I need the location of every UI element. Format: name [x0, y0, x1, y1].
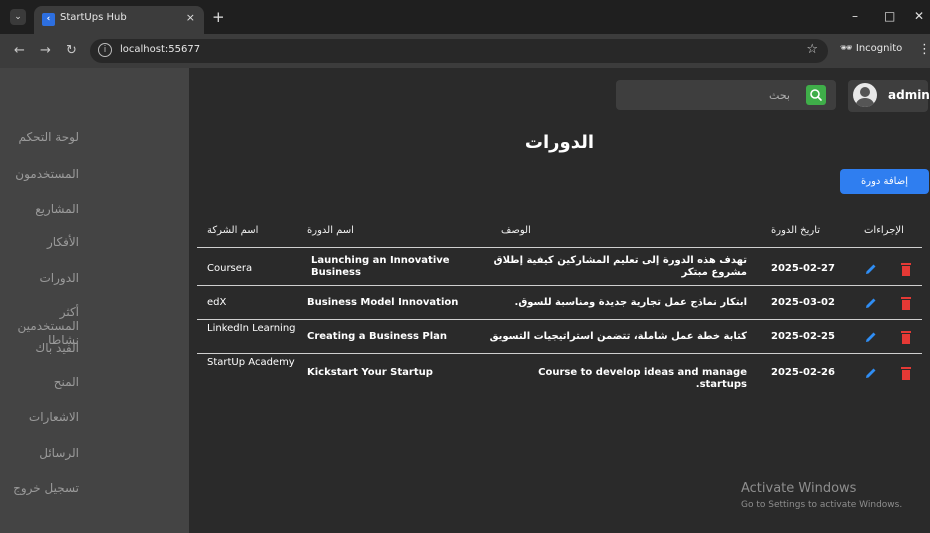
- description-cell: كتابة خطة عمل شاملة، تتضمن استراتيجيات ا…: [489, 331, 747, 342]
- date-cell: 2025-02-27: [771, 263, 835, 274]
- company-cell: StartUp Academy: [207, 357, 295, 368]
- edit-icon[interactable]: [864, 330, 878, 344]
- table-row: Coursera Launching an Innovative Busines…: [197, 252, 922, 286]
- date-cell: 2025-02-25: [771, 331, 835, 342]
- search-input[interactable]: [616, 80, 804, 110]
- page-title: الدورات: [524, 132, 595, 153]
- table-row: edX Business Model Innovation ابتكار نما…: [197, 286, 922, 320]
- sidebar-item-label: الاشعارات: [28, 410, 79, 424]
- table-row: StartUp Academy Kickstart Your Startup C…: [197, 354, 922, 390]
- table-row: LinkedIn Learning Creating a Business Pl…: [197, 320, 922, 354]
- delete-icon[interactable]: [900, 262, 912, 276]
- add-course-button[interactable]: إضافة دورة: [840, 169, 929, 194]
- description-cell: تهدف هذه الدورة إلى تعليم المشاركين كيفي…: [493, 255, 747, 278]
- sidebar-item-messages[interactable]: الرسائل: [0, 446, 189, 460]
- search-icon: [810, 89, 822, 101]
- minimize-icon[interactable]: –: [852, 9, 858, 23]
- incognito-label: Incognito: [855, 43, 903, 54]
- maximize-icon[interactable]: □: [884, 9, 895, 23]
- sidebar-item-label: الرسائل: [39, 446, 79, 460]
- back-icon[interactable]: ←: [14, 43, 25, 58]
- date-cell: 2025-02-26: [771, 367, 835, 378]
- sidebar-item-notifications[interactable]: الاشعارات: [0, 410, 189, 424]
- activate-windows-title: Activate Windows: [741, 481, 857, 496]
- tab-search-icon[interactable]: ⌄: [10, 9, 26, 25]
- sidebar-item-grants[interactable]: المنح: [0, 375, 189, 389]
- sidebar-item-label: الأفكار: [47, 235, 79, 249]
- sidebar-item-dashboard[interactable]: لوحة التحكم: [0, 130, 189, 144]
- incognito-indicator[interactable]: 🕶 Incognito: [840, 43, 902, 54]
- app-page: لوحة التحكم المستخدمون المشاريع الأفكار …: [0, 68, 930, 533]
- edit-icon[interactable]: [864, 262, 878, 276]
- tab-strip: ⌄ ‹ StartUps Hub × + – □ ✕: [0, 0, 930, 34]
- date-cell: 2025-03-02: [771, 297, 835, 308]
- url-text[interactable]: localhost:55677: [120, 44, 200, 55]
- user-name: admin: [888, 88, 930, 102]
- flutter-favicon-icon: ‹: [42, 13, 55, 26]
- column-header-course: اسم الدورة: [307, 225, 354, 236]
- sidebar: لوحة التحكم المستخدمون المشاريع الأفكار …: [0, 68, 189, 533]
- tab-close-icon[interactable]: ×: [186, 11, 195, 24]
- edit-icon[interactable]: [864, 296, 878, 310]
- sidebar-item-ideas[interactable]: الأفكار: [0, 235, 189, 249]
- sidebar-item-label: الدورات: [39, 271, 79, 285]
- column-header-description: الوصف: [501, 225, 531, 236]
- course-name-cell: Creating a Business Plan: [307, 331, 448, 342]
- delete-icon[interactable]: [900, 366, 912, 380]
- description-cell: Course to develop ideas and manage start…: [538, 367, 747, 390]
- sidebar-item-feedback[interactable]: الفيد باك: [0, 341, 189, 355]
- company-cell: LinkedIn Learning: [207, 323, 296, 334]
- incognito-icon: 🕶: [840, 43, 853, 54]
- search-box: [616, 80, 836, 110]
- column-header-actions: الإجراءات: [864, 225, 904, 236]
- browser-tab[interactable]: ‹ StartUps Hub ×: [34, 6, 204, 34]
- column-header-company: اسم الشركة: [207, 225, 259, 236]
- table-header: اسم الشركة اسم الدورة الوصف تاريخ الدورة…: [197, 218, 922, 248]
- address-toolbar: ← → ↻ i localhost:55677 ☆ 🕶 Incognito ⋮: [0, 34, 930, 68]
- bookmark-star-icon[interactable]: ☆: [806, 42, 818, 57]
- sidebar-item-users[interactable]: المستخدمون: [0, 167, 189, 181]
- delete-icon[interactable]: [900, 330, 912, 344]
- description-cell: ابتكار نماذج عمل تجارية جديدة ومناسبة لل…: [514, 297, 747, 308]
- course-name-cell: Kickstart Your Startup: [307, 367, 433, 378]
- edit-icon[interactable]: [864, 366, 878, 380]
- avatar-icon: [853, 83, 877, 107]
- sidebar-item-label: تسجيل خروج: [13, 481, 79, 495]
- new-tab-icon[interactable]: +: [212, 8, 225, 26]
- browser-menu-icon[interactable]: ⋮: [918, 42, 930, 57]
- sidebar-item-logout[interactable]: تسجيل خروج: [0, 481, 189, 495]
- forward-icon[interactable]: →: [40, 43, 51, 58]
- user-menu[interactable]: admin: [848, 80, 930, 112]
- tab-title: StartUps Hub: [60, 12, 127, 23]
- activate-windows-subtitle: Go to Settings to activate Windows.: [741, 500, 903, 510]
- sidebar-item-label: الفيد باك: [35, 341, 79, 355]
- sidebar-item-courses[interactable]: الدورات: [0, 271, 189, 285]
- sidebar-item-label: المستخدمون: [15, 167, 79, 181]
- course-name-cell: Launching an Innovative Business: [311, 255, 450, 278]
- company-cell: edX: [207, 297, 227, 308]
- sidebar-item-label: لوحة التحكم: [18, 130, 80, 144]
- delete-icon[interactable]: [900, 296, 912, 310]
- address-bar[interactable]: i localhost:55677 ☆: [90, 39, 828, 63]
- browser-window: ⌄ ‹ StartUps Hub × + – □ ✕ ← → ↻ i local…: [0, 0, 930, 533]
- column-header-date: تاريخ الدورة: [771, 225, 821, 236]
- window-close-icon[interactable]: ✕: [914, 9, 924, 23]
- site-info-icon[interactable]: i: [98, 43, 112, 57]
- sidebar-item-label: المنح: [53, 375, 79, 389]
- reload-icon[interactable]: ↻: [66, 43, 77, 58]
- main-content: admin الدورات إضافة دورة اسم الشركة اسم …: [189, 68, 930, 533]
- search-button[interactable]: [806, 85, 826, 105]
- sidebar-item-projects[interactable]: المشاريع: [0, 202, 189, 216]
- company-cell: Coursera: [207, 263, 253, 274]
- course-name-cell: Business Model Innovation: [307, 297, 459, 308]
- sidebar-item-label: المشاريع: [35, 202, 79, 216]
- top-bar: admin: [189, 68, 930, 124]
